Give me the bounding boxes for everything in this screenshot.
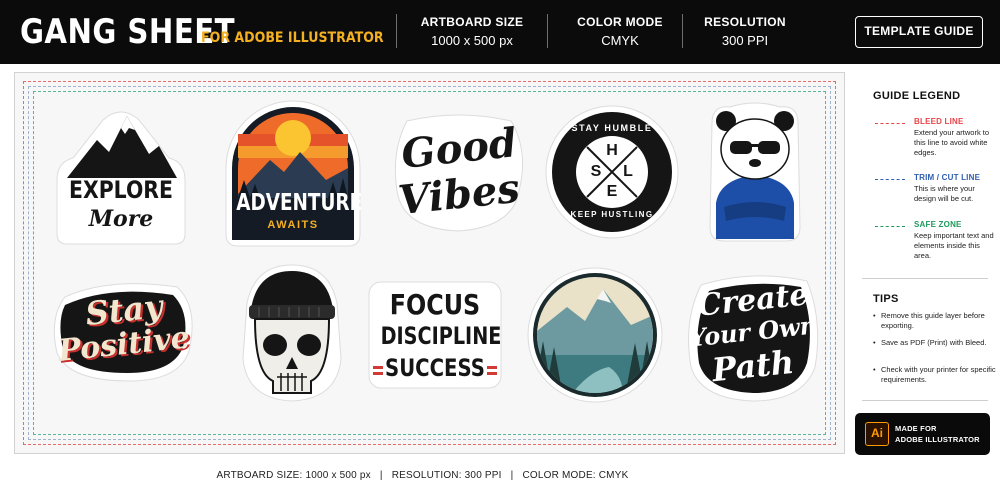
sticker-text: E bbox=[606, 183, 618, 200]
sticker-text: L bbox=[623, 163, 633, 180]
sticker-text: STAY HUMBLE bbox=[571, 123, 653, 133]
stat-label: RESOLUTION bbox=[704, 15, 786, 29]
sticker-text: ADVENTURE bbox=[236, 190, 363, 216]
stat-artboard-size: ARTBOARD SIZE 1000 x 500 px bbox=[397, 14, 547, 51]
tip-item: Save as PDF (Print) with Bleed. bbox=[873, 338, 998, 348]
sticker-stay-positive[interactable]: Stay Positive bbox=[49, 277, 199, 383]
badge-line2: ADOBE ILLUSTRATOR bbox=[895, 435, 980, 444]
sticker-text: H bbox=[606, 142, 618, 159]
footer-info: ARTBOARD SIZE: 1000 x 500 px | RESOLUTION:… bbox=[0, 470, 845, 481]
sticker-text: KEEP HUSTLING bbox=[570, 210, 654, 219]
guide-legend-title: GUIDE LEGEND bbox=[873, 90, 961, 102]
tips-title: TIPS bbox=[873, 293, 899, 305]
sticker-create-your-own-path[interactable]: Create Your Own Path bbox=[683, 271, 823, 403]
sticker-text: DISCIPLINE bbox=[380, 322, 502, 350]
illustrator-logo-icon: Ai bbox=[865, 422, 889, 446]
legend-item-desc: Extend your artwork to this line to avoi… bbox=[914, 128, 990, 157]
footer-separator: | bbox=[510, 470, 514, 481]
panda-icon bbox=[709, 102, 801, 242]
sticker-text: FOCUS bbox=[389, 288, 481, 321]
sticker-text: EXPLORE bbox=[69, 176, 173, 204]
tip-item: Remove this guide layer before exporting… bbox=[873, 311, 998, 331]
stat-value: 300 PPI bbox=[721, 33, 769, 48]
footer-color-mode: COLOR MODE: CMYK bbox=[522, 470, 629, 481]
sticker-adventure-awaits[interactable]: ADVENTURE AWAITS bbox=[222, 98, 364, 248]
legend-item-title: SAFE ZONE bbox=[914, 220, 962, 229]
sticker-good-vibes[interactable]: Good Vibes bbox=[389, 111, 529, 235]
stat-value: 1000 x 500 px bbox=[431, 33, 513, 48]
footer-separator: | bbox=[379, 470, 383, 481]
panel-divider bbox=[862, 400, 988, 401]
legend-item-desc: Keep important text and elements inside … bbox=[914, 231, 994, 260]
made-for-illustrator-badge: Ai MADE FOR ADOBE ILLUSTRATOR bbox=[855, 413, 990, 455]
bleed-line-swatch bbox=[875, 123, 905, 124]
sticker-text: SUCCESS bbox=[385, 354, 485, 382]
sticker-mountain-lake[interactable] bbox=[527, 267, 663, 403]
sticker-explore-more[interactable]: EXPLORE More bbox=[51, 106, 191, 246]
sticker-text: AWAITS bbox=[267, 219, 319, 231]
template-guide-button[interactable]: TEMPLATE GUIDE bbox=[855, 16, 983, 48]
sticker-skull-beanie[interactable] bbox=[227, 263, 357, 403]
footer-resolution: RESOLUTION: 300 PPI bbox=[391, 470, 502, 481]
badge-line1: MADE FOR bbox=[895, 424, 937, 433]
footer-artboard-size: ARTBOARD SIZE: 1000 x 500 px bbox=[216, 470, 371, 481]
app-subtitle: FOR ADOBE ILLUSTRATOR bbox=[201, 30, 384, 46]
trim-line-swatch bbox=[875, 179, 905, 180]
header-bar: GANG SHEET FOR ADOBE ILLUSTRATOR ARTBOAR… bbox=[0, 0, 1000, 64]
artboard: EXPLORE More ADVENTURE AWAITS Good Vibes bbox=[14, 72, 845, 454]
sticker-focus-discipline[interactable]: FOCUS DISCIPLINE SUCCESS bbox=[367, 278, 503, 390]
legend-item-title: TRIM / CUT LINE bbox=[914, 173, 981, 182]
tip-item: Check with your printer for specific req… bbox=[873, 365, 998, 385]
panel-divider bbox=[862, 278, 988, 279]
legend-item-desc: This is where your design will be cut. bbox=[914, 184, 975, 203]
sticker-stay-humble[interactable]: STAY HUMBLE KEEP HUSTLING H S L E bbox=[545, 105, 679, 239]
stat-resolution: RESOLUTION 300 PPI bbox=[670, 14, 820, 51]
landscape-icon bbox=[527, 267, 663, 403]
stat-label: ARTBOARD SIZE bbox=[420, 15, 524, 29]
safe-zone-swatch bbox=[875, 226, 905, 227]
sticker-text: More bbox=[88, 206, 154, 232]
sticker-panda[interactable] bbox=[704, 102, 806, 243]
skull-icon bbox=[242, 264, 342, 402]
legend-item-title: BLEED LINE bbox=[914, 117, 964, 126]
